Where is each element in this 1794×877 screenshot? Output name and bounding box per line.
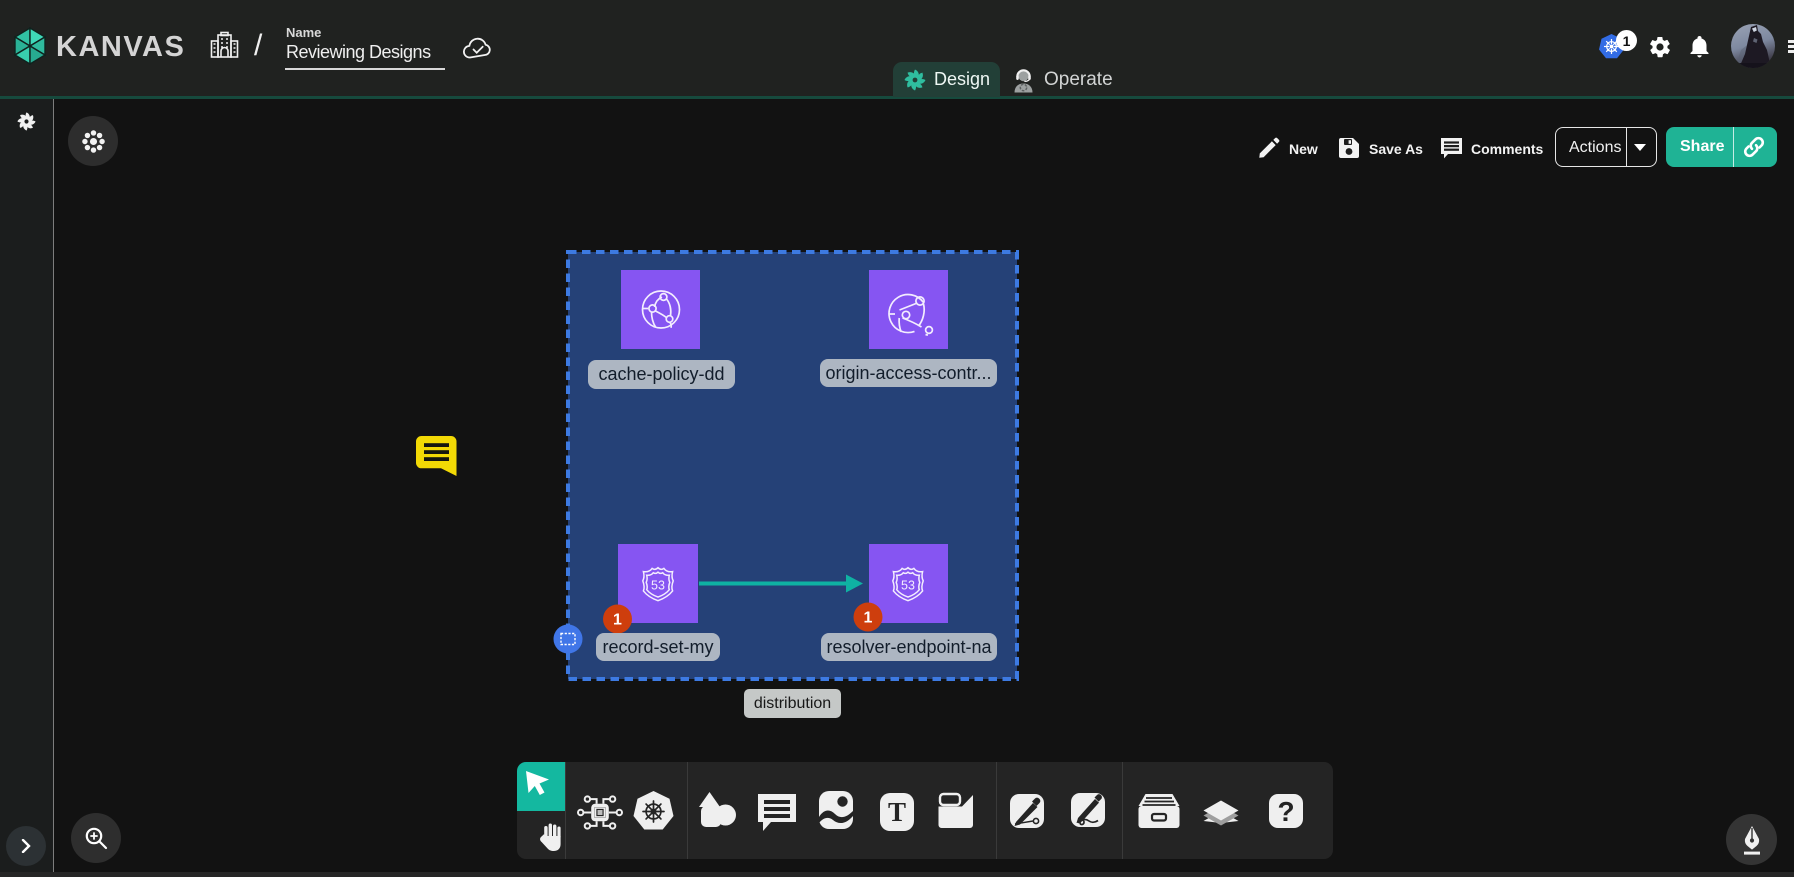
svg-text:53: 53 — [651, 578, 665, 592]
svg-text:?: ? — [1277, 796, 1294, 827]
svg-text:1: 1 — [864, 610, 873, 627]
svg-text:1: 1 — [613, 612, 622, 629]
svg-text:T: T — [888, 797, 906, 827]
